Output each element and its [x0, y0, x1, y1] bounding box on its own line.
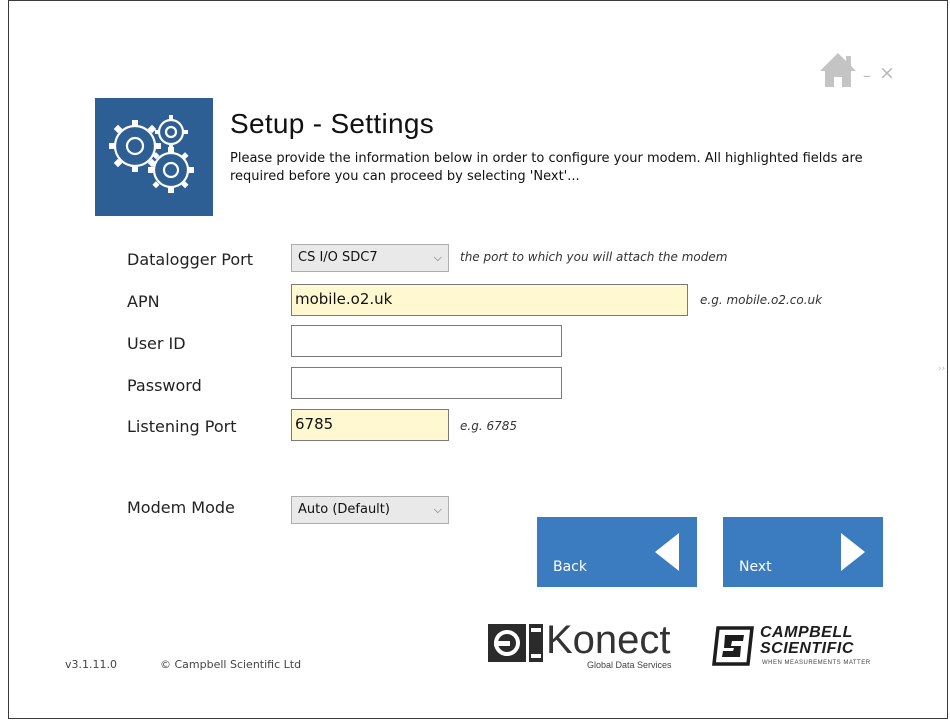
chevron-down-icon: ⌵: [433, 251, 442, 264]
campbell-mark: [712, 626, 754, 666]
datalogger-port-hint: the port to which you will attach the mo…: [460, 250, 728, 264]
konect-mark: [488, 624, 526, 662]
apn-field[interactable]: mobile.o2.uk: [291, 284, 688, 316]
konect-logo-text: Konect: [546, 618, 671, 662]
arrow-right-icon: [841, 533, 865, 571]
datalogger-port-select[interactable]: CS I/O SDC7 ⌵: [291, 244, 449, 272]
campbell-scientific-logo: CAMPBELL SCIENTIFIC WHEN MEASUREMENTS MA…: [712, 624, 897, 672]
apn-hint: e.g. mobile.o2.co.uk: [700, 293, 823, 307]
close-button[interactable]: ×: [879, 62, 895, 84]
apn-label: APN: [127, 292, 160, 311]
listening-port-field[interactable]: 6785: [291, 409, 449, 441]
user-id-label: User ID: [127, 334, 186, 353]
side-panel-arrows[interactable]: ››: [938, 364, 945, 374]
konect-logo-tagline: Global Data Services: [587, 660, 672, 670]
datalogger-port-value: CS I/O SDC7: [298, 250, 378, 265]
datalogger-port-label: Datalogger Port: [127, 250, 253, 269]
version-label: v3.1.11.0: [65, 658, 117, 671]
password-field[interactable]: [291, 367, 562, 399]
home-icon[interactable]: [818, 50, 858, 90]
password-label: Password: [127, 376, 202, 395]
user-id-field[interactable]: [291, 325, 562, 357]
modem-mode-label: Modem Mode: [127, 498, 235, 517]
listening-port-hint: e.g. 6785: [460, 419, 517, 433]
next-button[interactable]: Next: [723, 517, 883, 587]
next-button-label: Next: [739, 559, 772, 575]
konect-logo: Konect Global Data Services: [488, 618, 698, 672]
chevron-down-icon: ⌵: [433, 503, 442, 516]
campbell-line2: SCIENTIFIC: [760, 640, 854, 657]
back-button[interactable]: Back: [537, 517, 697, 587]
page-description: Please provide the information below in …: [230, 151, 863, 184]
minimize-button[interactable]: –: [863, 66, 871, 85]
modem-mode-value: Auto (Default): [298, 502, 390, 517]
listening-port-label: Listening Port: [127, 417, 237, 436]
arrow-left-icon: [655, 533, 679, 571]
copyright-label: © Campbell Scientific Ltd: [160, 658, 302, 671]
gears-icon: [95, 98, 213, 216]
page-title: Setup - Settings: [230, 108, 435, 139]
back-button-label: Back: [553, 559, 587, 575]
campbell-tagline: WHEN MEASUREMENTS MATTER: [762, 660, 871, 666]
modem-mode-select[interactable]: Auto (Default) ⌵: [291, 496, 449, 524]
